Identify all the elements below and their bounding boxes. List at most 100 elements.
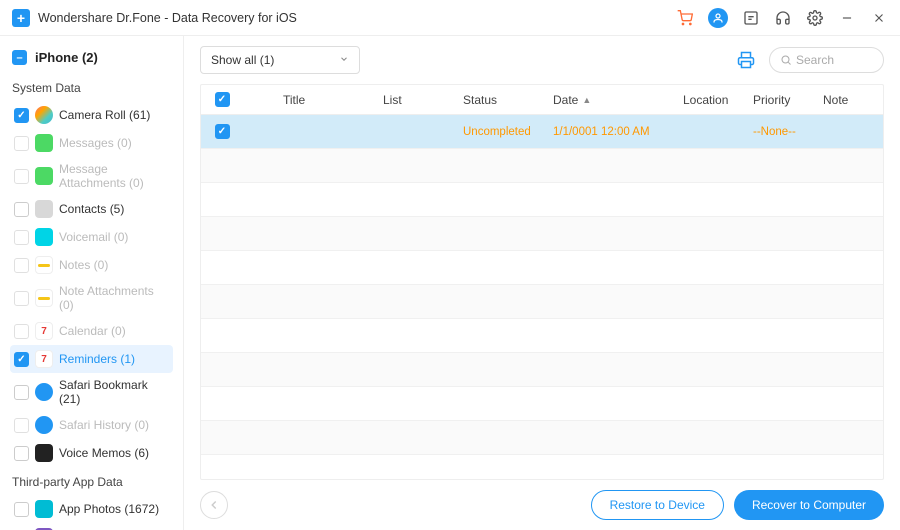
sidebar-item-label: Reminders (1) (59, 352, 135, 366)
category-icon: 7 (35, 350, 53, 368)
sidebar-item-label: Camera Roll (61) (59, 108, 150, 122)
chevron-down-icon (339, 53, 349, 67)
sidebar-item-label: Notes (0) (59, 258, 108, 272)
category-icon (35, 416, 53, 434)
section-system-data: System Data (12, 81, 173, 95)
close-button[interactable] (870, 9, 888, 27)
sidebar: iPhone (2) System Data Camera Roll (61) M… (0, 36, 183, 530)
footer: Restore to Device Recover to Computer (184, 480, 900, 530)
sidebar-item-label: App Photos (1672) (59, 502, 159, 516)
sidebar-item-label: Calendar (0) (59, 324, 126, 338)
sidebar-item-label: Message Attachments (0) (59, 162, 169, 190)
support-icon[interactable] (774, 9, 792, 27)
col-note[interactable]: Note (823, 93, 883, 107)
row-status: Uncompleted (463, 126, 553, 138)
feedback-icon[interactable] (742, 9, 760, 27)
data-table: Title List Status Date▲ Location Priorit… (200, 84, 884, 480)
item-checkbox[interactable] (14, 136, 29, 151)
item-checkbox[interactable] (14, 418, 29, 433)
table-row-empty (201, 251, 883, 285)
col-title[interactable]: Title (283, 93, 383, 107)
item-checkbox[interactable] (14, 258, 29, 273)
category-icon (35, 289, 53, 307)
sidebar-item[interactable]: App Videos (95) (10, 523, 173, 530)
sidebar-item-label: Contacts (5) (59, 202, 124, 216)
item-checkbox[interactable] (14, 446, 29, 461)
sidebar-item[interactable]: Voicemail (0) (10, 223, 173, 251)
content-area: iPhone (2) System Data Camera Roll (61) M… (0, 36, 900, 530)
category-icon (35, 167, 53, 185)
sidebar-item[interactable]: 7 Calendar (0) (10, 317, 173, 345)
sidebar-item[interactable]: Safari Bookmark (21) (10, 373, 173, 411)
item-checkbox[interactable] (14, 108, 29, 123)
cart-icon[interactable] (676, 9, 694, 27)
col-location[interactable]: Location (683, 93, 753, 107)
print-icon[interactable] (737, 51, 755, 69)
col-priority[interactable]: Priority (753, 93, 823, 107)
restore-to-device-button[interactable]: Restore to Device (591, 490, 724, 520)
category-icon (35, 228, 53, 246)
sidebar-item[interactable]: 7 Reminders (1) (10, 345, 173, 373)
sidebar-item-label: Messages (0) (59, 136, 132, 150)
device-checkbox[interactable] (12, 50, 27, 65)
col-date[interactable]: Date▲ (553, 93, 683, 107)
category-icon (35, 444, 53, 462)
row-checkbox[interactable] (215, 124, 230, 139)
sidebar-item[interactable]: Messages (0) (10, 129, 173, 157)
titlebar: + Wondershare Dr.Fone - Data Recovery fo… (0, 0, 900, 36)
search-icon (780, 54, 792, 66)
col-list[interactable]: List (383, 93, 463, 107)
sidebar-item[interactable]: Note Attachments (0) (10, 279, 173, 317)
category-icon (35, 200, 53, 218)
item-checkbox[interactable] (14, 352, 29, 367)
sidebar-item-label: Safari Bookmark (21) (59, 378, 169, 406)
category-icon (35, 500, 53, 518)
sidebar-item[interactable]: Safari History (0) (10, 411, 173, 439)
filter-label: Show all (1) (211, 53, 274, 67)
sort-asc-icon: ▲ (582, 95, 591, 105)
back-button[interactable] (200, 491, 228, 519)
app-logo: + (12, 9, 30, 27)
sidebar-item-label: Safari History (0) (59, 418, 149, 432)
toolbar: Show all (1) Search (184, 36, 900, 84)
device-row[interactable]: iPhone (2) (10, 46, 173, 73)
table-row-empty (201, 319, 883, 353)
item-checkbox[interactable] (14, 202, 29, 217)
category-icon (35, 106, 53, 124)
item-checkbox[interactable] (14, 169, 29, 184)
category-icon: 7 (35, 322, 53, 340)
sidebar-item[interactable]: Camera Roll (61) (10, 101, 173, 129)
category-icon (35, 134, 53, 152)
sidebar-item[interactable]: Message Attachments (0) (10, 157, 173, 195)
col-status[interactable]: Status (463, 93, 553, 107)
settings-icon[interactable] (806, 9, 824, 27)
item-checkbox[interactable] (14, 230, 29, 245)
device-name: iPhone (2) (35, 50, 98, 65)
app-title: Wondershare Dr.Fone - Data Recovery for … (38, 11, 297, 25)
table-row-empty (201, 217, 883, 251)
category-icon (35, 256, 53, 274)
table-row-empty (201, 285, 883, 319)
sidebar-item[interactable]: Notes (0) (10, 251, 173, 279)
table-row[interactable]: Uncompleted 1/1/0001 12:00 AM --None-- (201, 115, 883, 149)
table-row-empty (201, 183, 883, 217)
search-placeholder: Search (796, 53, 834, 67)
toolbar-right: Search (737, 47, 884, 73)
item-checkbox[interactable] (14, 324, 29, 339)
sidebar-item[interactable]: Voice Memos (6) (10, 439, 173, 467)
titlebar-actions (676, 8, 888, 28)
filter-dropdown[interactable]: Show all (1) (200, 46, 360, 74)
table-row-empty (201, 353, 883, 387)
sidebar-item-label: Voice Memos (6) (59, 446, 149, 460)
user-icon[interactable] (708, 8, 728, 28)
search-input[interactable]: Search (769, 47, 884, 73)
item-checkbox[interactable] (14, 291, 29, 306)
minimize-button[interactable] (838, 9, 856, 27)
table-header: Title List Status Date▲ Location Priorit… (201, 85, 883, 115)
item-checkbox[interactable] (14, 385, 29, 400)
sidebar-item[interactable]: Contacts (5) (10, 195, 173, 223)
recover-to-computer-button[interactable]: Recover to Computer (734, 490, 884, 520)
sidebar-item[interactable]: App Photos (1672) (10, 495, 173, 523)
item-checkbox[interactable] (14, 502, 29, 517)
select-all-checkbox[interactable] (215, 92, 230, 107)
